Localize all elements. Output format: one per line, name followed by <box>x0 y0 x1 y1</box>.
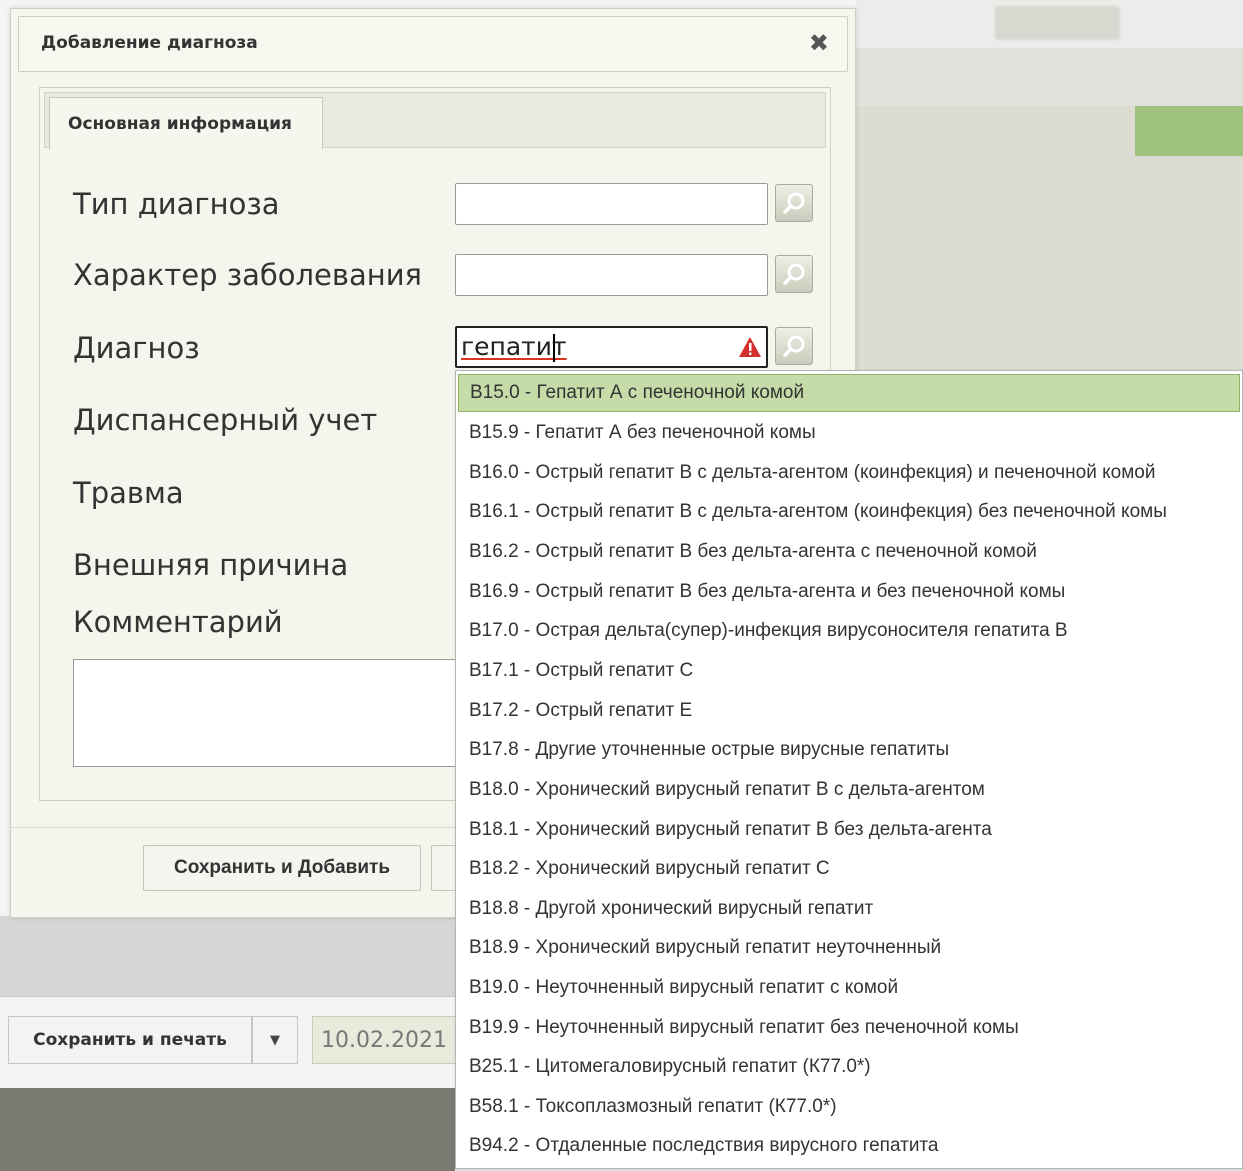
chevron-down-icon: ▼ <box>270 1032 280 1048</box>
suggestion-item[interactable]: B94.2 - Отдаленные последствия вирусного… <box>458 1127 1240 1165</box>
label-comment: Комментарий <box>73 605 283 639</box>
suggestion-item[interactable]: B16.1 - Острый гепатит В с дельта-агенто… <box>458 493 1240 531</box>
diagnosis-search-button[interactable] <box>775 327 813 365</box>
label-external-cause: Внешняя причина <box>73 548 349 582</box>
background-panel <box>0 916 455 996</box>
suggestion-item[interactable]: B19.9 - Неуточненный вирусный гепатит бе… <box>458 1009 1240 1047</box>
suggestion-item[interactable]: B17.8 - Другие уточненные острые вирусны… <box>458 731 1240 769</box>
search-icon <box>783 335 805 357</box>
suggestion-item[interactable]: B18.9 - Хронический вирусный гепатит неу… <box>458 929 1240 967</box>
suggestion-item[interactable]: B17.0 - Острая дельта(супер)-инфекция ви… <box>458 612 1240 650</box>
comment-textarea[interactable] <box>73 659 493 767</box>
search-icon <box>783 192 805 214</box>
background-dark-area <box>0 1088 455 1171</box>
label-diagnosis-type: Тип диагноза <box>73 187 280 221</box>
suggestion-item[interactable]: B16.2 - Острый гепатит В без дельта-аген… <box>458 533 1240 571</box>
tab-main-info[interactable]: Основная информация <box>49 97 323 149</box>
diagnosis-type-input[interactable] <box>455 183 768 225</box>
save-print-dropdown[interactable]: ▼ <box>252 1016 298 1064</box>
label-dispensary: Диспансерный учет <box>73 403 378 437</box>
diagnosis-input-value: гепатит <box>461 332 567 361</box>
suggestion-item[interactable]: B15.9 - Гепатит А без печеночной комы <box>458 414 1240 452</box>
diagnosis-type-search-button[interactable] <box>775 184 813 222</box>
label-disease-character: Характер заболевания <box>73 258 423 292</box>
background-header-row <box>856 48 1243 106</box>
suggestion-item[interactable]: B18.8 - Другой хронический вирусный гепа… <box>458 890 1240 928</box>
suggestion-item[interactable]: B19.0 - Неуточненный вирусный гепатит с … <box>458 969 1240 1007</box>
suggestion-item[interactable]: B15.0 - Гепатит А с печеночной комой <box>458 374 1240 412</box>
suggestion-item[interactable]: B25.1 - Цитомегаловирусный гепатит (К77.… <box>458 1048 1240 1086</box>
warning-icon <box>739 337 761 357</box>
background-button <box>995 6 1120 40</box>
text-caret <box>553 334 555 362</box>
disease-character-input[interactable] <box>455 254 768 296</box>
suggestion-item[interactable]: B16.0 - Острый гепатит В с дельта-агенто… <box>458 454 1240 492</box>
dialog-header: Добавление диагноза ✖ <box>18 16 848 72</box>
suggestion-item[interactable]: B17.2 - Острый гепатит Е <box>458 692 1240 730</box>
label-trauma: Травма <box>73 476 184 510</box>
suggestion-item[interactable]: B16.9 - Острый гепатит В без дельта-аген… <box>458 573 1240 611</box>
disease-character-search-button[interactable] <box>775 255 813 293</box>
save-print-button[interactable]: Сохранить и печать <box>8 1016 252 1064</box>
search-icon <box>783 263 805 285</box>
background-selected-row <box>1135 106 1243 156</box>
label-diagnosis: Диагноз <box>73 331 200 365</box>
suggestion-item[interactable]: B18.0 - Хронический вирусный гепатит В с… <box>458 771 1240 809</box>
suggestion-item[interactable]: B17.1 - Острый гепатит С <box>458 652 1240 690</box>
dialog-title: Добавление диагноза <box>41 33 258 53</box>
suggestion-item[interactable]: B58.1 - Токсоплазмозный гепатит (К77.0*) <box>458 1088 1240 1126</box>
diagnosis-input[interactable]: гепатит <box>455 326 768 368</box>
tab-bar: Основная информация <box>44 92 826 149</box>
save-and-add-button[interactable]: Сохранить и Добавить <box>143 845 421 891</box>
date-field[interactable]: 10.02.2021 <box>312 1016 462 1064</box>
suggestion-item[interactable]: B18.2 - Хронический вирусный гепатит С <box>458 850 1240 888</box>
suggestion-item[interactable]: B18.1 - Хронический вирусный гепатит В б… <box>458 811 1240 849</box>
close-icon[interactable]: ✖ <box>809 29 829 57</box>
diagnosis-suggestion-list: B15.0 - Гепатит А с печеночной комой B15… <box>455 370 1243 1169</box>
